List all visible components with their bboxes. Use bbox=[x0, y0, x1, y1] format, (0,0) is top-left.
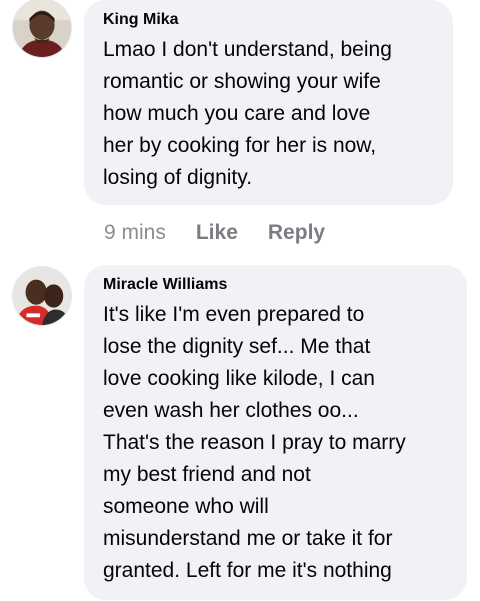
comment-text-line: granted. Left for me it's nothing bbox=[103, 559, 392, 582]
comment-text-line: even wash her clothes oo... bbox=[103, 399, 359, 422]
comment-thread: King Mika Lmao I don't understand, being… bbox=[0, 0, 480, 601]
comment-text-line: That's the reason I pray to marry bbox=[103, 431, 406, 454]
comment-text-line: my best friend and not bbox=[103, 463, 311, 486]
comment-text-line: someone who will bbox=[103, 495, 269, 518]
comment: Miracle Williams It's like I'm even prep… bbox=[0, 0, 480, 601]
avatar[interactable] bbox=[12, 266, 72, 326]
comment-text: It's like I'm even prepared to lose the … bbox=[103, 299, 453, 587]
comment-text-line: love cooking like kilode, I can bbox=[103, 367, 375, 390]
comment-text-line: misunderstand me or take it for bbox=[103, 527, 393, 550]
person-photo-icon bbox=[13, 267, 71, 325]
comment-text-line: It's like I'm even prepared to bbox=[103, 303, 365, 326]
comment-bubble: Miracle Williams It's like I'm even prep… bbox=[84, 265, 467, 600]
comment-text-line: lose the dignity sef... Me that bbox=[103, 335, 371, 358]
comment-author[interactable]: Miracle Williams bbox=[103, 275, 453, 295]
